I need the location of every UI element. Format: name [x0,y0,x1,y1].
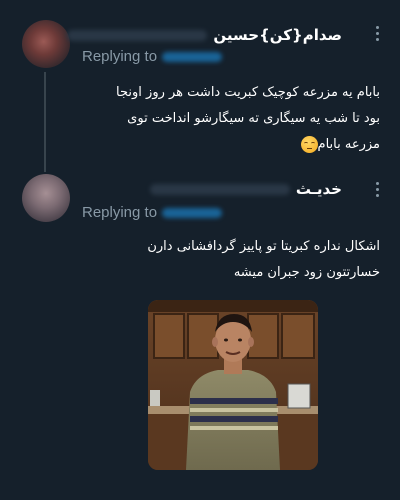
tweet-header: صدام{کن}حسین [0,24,342,46]
handle-redacted [67,29,208,41]
more-vertical-icon[interactable] [376,26,380,42]
handle-redacted [149,183,290,195]
tweet-2[interactable]: خدیـث Replying to اشکال نداره کبریتا تو … [0,172,400,500]
tweet-line: بابام یه مزرعه کوچیک کبریت داشت هر روز ا… [116,85,380,100]
tweet-line-last: مزرعه بابام [70,132,380,158]
tweet-body: اشکال نداره کبریتا تو پاییز گردافشانی دا… [70,234,380,286]
tweet-body: بابام یه مزرعه کوچیک کبریت داشت هر روز ا… [70,80,380,158]
photo-illustration [148,300,318,470]
tweet-line: خسارتتون زود جبران میشه [233,265,380,280]
display-name[interactable]: خدیـث [296,180,342,198]
replying-to: Replying to [82,48,400,65]
pensive-face-emoji [300,136,318,153]
tweet-line-text: مزرعه بابام [317,137,380,152]
tweet-line: بود تا شب یه سیگاری ته سیگارشو انداخت تو… [127,111,380,126]
mention-link-redacted[interactable] [162,51,223,62]
more-vertical-icon[interactable] [376,182,380,198]
tweet-header: خدیـث [0,178,342,200]
tweet-1[interactable]: صدام{کن}حسین Replying to بابام یه مزرعه … [0,0,400,172]
reply-thread: صدام{کن}حسین Replying to بابام یه مزرعه … [0,0,400,500]
attached-photo[interactable] [148,300,318,470]
thread-connector-line [44,72,46,172]
replying-label: Replying to [82,48,158,65]
replying-to: Replying to [82,204,400,221]
display-name[interactable]: صدام{کن}حسین [213,26,342,44]
mention-link-redacted[interactable] [162,207,223,218]
replying-label: Replying to [82,204,158,221]
tweet-line: اشکال نداره کبریتا تو پاییز گردافشانی دا… [147,239,380,254]
